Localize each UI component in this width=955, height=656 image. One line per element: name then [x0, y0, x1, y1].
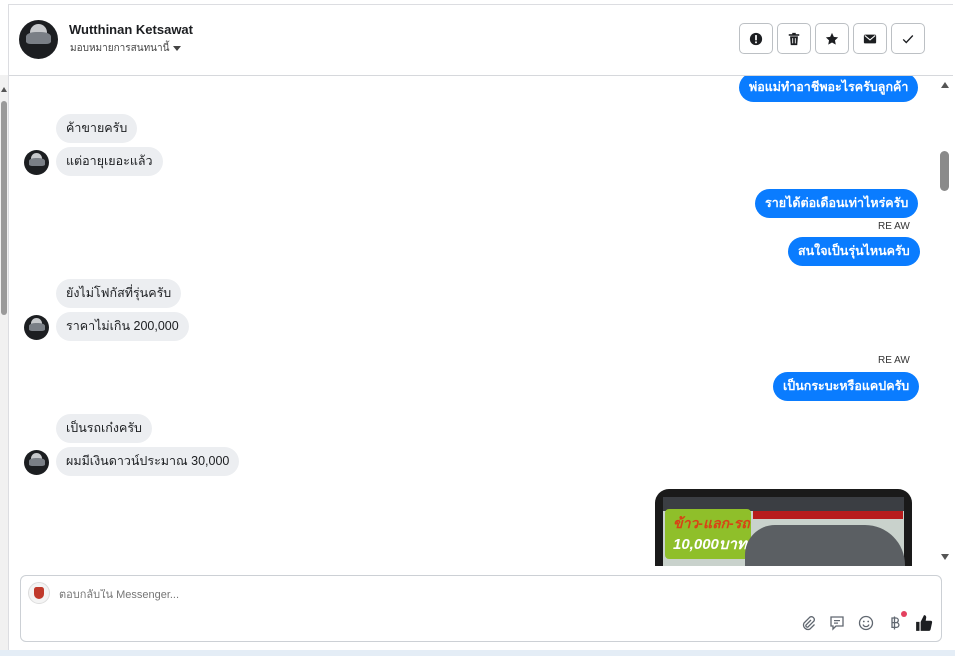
star-button[interactable]: [815, 23, 849, 54]
message-outgoing[interactable]: สนใจเป็นรุ่นไหนครับ: [788, 237, 920, 266]
mark-unread-button[interactable]: [853, 23, 887, 54]
mark-done-button[interactable]: [891, 23, 925, 54]
mail-icon: [863, 34, 877, 43]
message-incoming[interactable]: ผมมีเงินดาวน์ประมาณ 30,000: [56, 447, 240, 476]
composer-toolbar: [799, 611, 933, 632]
scroll-down-arrow-icon[interactable]: [941, 554, 949, 560]
notification-dot: [901, 611, 907, 617]
assign-label: มอบหมายการสนทนานี้: [70, 43, 170, 54]
contact-avatar-small: [24, 315, 49, 340]
contact-name[interactable]: Wutthinan Ketsawat: [69, 22, 193, 37]
alert-icon: [749, 32, 763, 45]
scroll-up-arrow-icon[interactable]: [941, 82, 949, 88]
page-avatar: [28, 582, 50, 604]
page-scrollbar[interactable]: [0, 75, 8, 650]
reply-input[interactable]: [59, 589, 759, 601]
thumbs-up-icon[interactable]: [915, 614, 933, 632]
contact-avatar[interactable]: [19, 20, 58, 59]
message-incoming[interactable]: เป็นรถเก๋งครับ: [56, 414, 152, 443]
promo-image: ข้าว-แลก-รถ 10,000บาท: [663, 497, 905, 566]
saved-reply-icon[interactable]: [828, 614, 846, 632]
message-thread[interactable]: พ่อแม่ทำอาชีพอะไรครับลูกค้า ค้าขายครับ แ…: [9, 76, 953, 566]
trash-icon: [788, 32, 800, 45]
message-incoming[interactable]: ค้าขายครับ: [56, 114, 138, 143]
conversation-panel: Wutthinan Ketsawat มอบหมายการสนทนานี้ พ่…: [8, 4, 953, 650]
message-outgoing[interactable]: เป็นกระบะหรือแคปครับ: [773, 372, 920, 401]
emoji-icon[interactable]: [857, 614, 875, 632]
sender-label: RE AW: [878, 221, 910, 232]
promo-amount: 10,000บาท: [673, 536, 747, 553]
delete-button[interactable]: [777, 23, 811, 54]
thread-scroll-thumb[interactable]: [940, 151, 949, 191]
header-actions: [739, 23, 925, 54]
message-outgoing[interactable]: พ่อแม่ทำอาชีพอะไรครับลูกค้า: [739, 76, 919, 102]
check-icon: [902, 34, 914, 43]
page-scroll-thumb[interactable]: [1, 101, 7, 315]
car-picture: [745, 525, 905, 566]
thread-scrollbar[interactable]: [937, 76, 953, 566]
sender-label: RE AW: [878, 355, 910, 366]
message-incoming[interactable]: แต่อายุเยอะแล้ว: [56, 147, 163, 176]
caret-down-icon: [173, 46, 182, 51]
message-outgoing[interactable]: รายได้ต่อเดือนเท่าไหร่ครับ: [755, 189, 919, 218]
message-incoming[interactable]: ยังไม่โฟกัสที่รุ่นครับ: [56, 279, 182, 308]
star-icon: [825, 32, 839, 45]
spam-button[interactable]: [739, 23, 773, 54]
message-incoming[interactable]: ราคาไม่เกิน 200,000: [56, 312, 189, 341]
scroll-up-arrow-icon[interactable]: [1, 87, 7, 92]
contact-avatar-small: [24, 150, 49, 175]
conversation-header: Wutthinan Ketsawat มอบหมายการสนทนานี้: [9, 5, 953, 76]
reply-composer: [20, 575, 942, 642]
window-bottom-border: [0, 650, 955, 656]
paperclip-icon[interactable]: [799, 614, 817, 632]
baht-icon[interactable]: [886, 611, 907, 632]
assign-conversation-dropdown[interactable]: มอบหมายการสนทนานี้: [70, 41, 182, 56]
message-image-attachment[interactable]: ข้าว-แลก-รถ 10,000บาท: [655, 489, 912, 566]
contact-avatar-small: [24, 450, 49, 475]
